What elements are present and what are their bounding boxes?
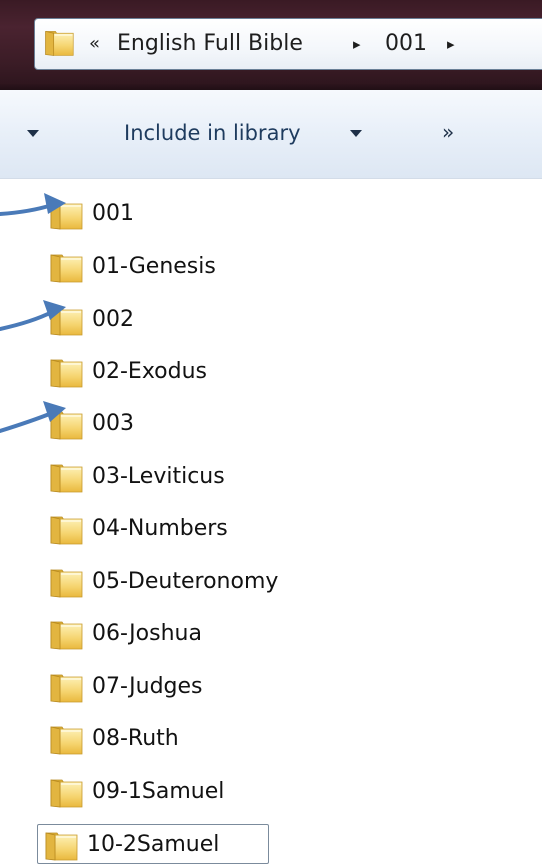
folder-name: 04-Numbers [92, 516, 228, 541]
folder-name: 02-Exodus [92, 359, 208, 384]
folder-icon [43, 831, 79, 861]
folder-icon [48, 306, 84, 336]
folder-icon [48, 253, 84, 283]
breadcrumb-001[interactable]: 001 [385, 31, 427, 57]
breadcrumb-english-full-bible[interactable]: English Full Bible [117, 31, 303, 57]
command-toolbar: Include in library » [0, 90, 542, 179]
list-item-selected[interactable]: 10-2Samuel [37, 824, 269, 864]
folder-name: 01-Genesis [92, 254, 216, 279]
folder-name: 09-1Samuel [92, 779, 225, 804]
chevron-down-icon[interactable] [350, 130, 362, 137]
folder-icon [48, 463, 84, 493]
overflow-chevron-icon[interactable]: « [89, 31, 100, 57]
list-item[interactable]: 09-1Samuel [40, 772, 340, 812]
folder-name: 001 [92, 201, 134, 226]
folder-icon [48, 778, 84, 808]
folder-name: 07-Judges [92, 674, 203, 699]
list-item[interactable]: 04-Numbers [40, 509, 340, 549]
folder-name: 06-Joshua [92, 621, 202, 646]
list-item[interactable]: 02-Exodus [40, 352, 340, 392]
list-item[interactable]: 08-Ruth [40, 719, 340, 759]
folder-icon [43, 29, 75, 57]
folder-name: 003 [92, 411, 134, 436]
list-item[interactable]: 001 [40, 194, 340, 234]
list-item[interactable]: 01-Genesis [40, 247, 340, 287]
list-item[interactable]: 05-Deuteronomy [40, 562, 340, 602]
window-titlebar: « English Full Bible ▸ 001 ▸ [0, 0, 542, 90]
folder-icon [48, 620, 84, 650]
breadcrumb-separator-icon[interactable]: ▸ [353, 31, 361, 57]
folder-name: 05-Deuteronomy [92, 569, 279, 594]
include-in-library-button[interactable]: Include in library [124, 120, 301, 146]
folder-name: 03-Leviticus [92, 464, 225, 489]
list-item[interactable]: 06-Joshua [40, 614, 340, 654]
folder-name: 002 [92, 307, 134, 332]
organize-dropdown-caret-icon[interactable] [27, 130, 39, 137]
folder-list: 001 01-Genesis 002 02-Exodus 003 03-Levi… [0, 178, 542, 864]
folder-name: 10-2Samuel [87, 832, 220, 857]
folder-icon [48, 568, 84, 598]
more-commands-icon[interactable]: » [442, 119, 454, 145]
breadcrumb-separator-icon[interactable]: ▸ [447, 31, 455, 57]
folder-icon [48, 358, 84, 388]
folder-name: 08-Ruth [92, 726, 179, 751]
list-item[interactable]: 002 [40, 300, 340, 340]
list-item[interactable]: 07-Judges [40, 667, 340, 707]
folder-icon [48, 410, 84, 440]
folder-icon [48, 725, 84, 755]
list-item[interactable]: 03-Leviticus [40, 457, 340, 497]
folder-icon [48, 515, 84, 545]
address-bar[interactable]: « English Full Bible ▸ 001 ▸ [34, 18, 542, 70]
list-item[interactable]: 003 [40, 404, 340, 444]
folder-icon [48, 200, 84, 230]
folder-icon [48, 673, 84, 703]
